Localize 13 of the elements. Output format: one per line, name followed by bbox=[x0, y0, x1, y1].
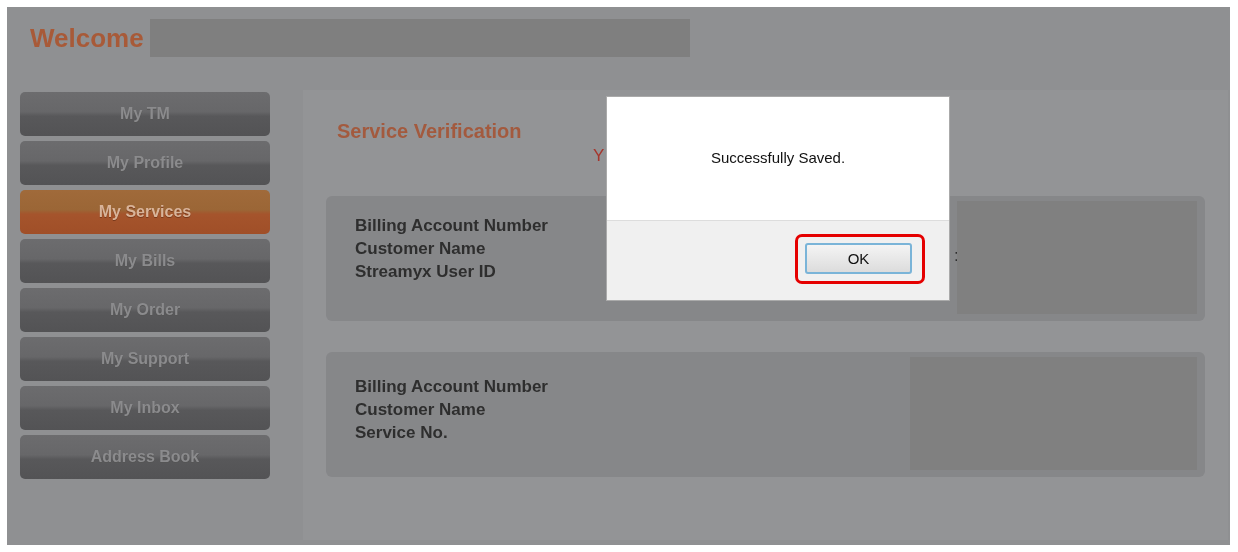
section-title: Service Verification bbox=[337, 120, 522, 142]
ok-button[interactable]: OK bbox=[805, 243, 912, 274]
dialog-message: Successfully Saved. bbox=[710, 149, 846, 167]
field-label: Service No. bbox=[355, 422, 449, 444]
field-label: Streamyx User ID bbox=[355, 261, 497, 283]
sidebar-item[interactable]: My Services bbox=[20, 190, 270, 234]
field-label: Customer Name bbox=[355, 399, 487, 421]
welcome-title: Welcome bbox=[30, 22, 144, 54]
field-label: Billing Account Number bbox=[355, 215, 548, 237]
separator-text: : bbox=[954, 246, 959, 266]
field-label: Billing Account Number bbox=[355, 376, 548, 398]
notice-text: Y bbox=[593, 146, 605, 165]
field-label: Customer Name bbox=[355, 238, 487, 260]
